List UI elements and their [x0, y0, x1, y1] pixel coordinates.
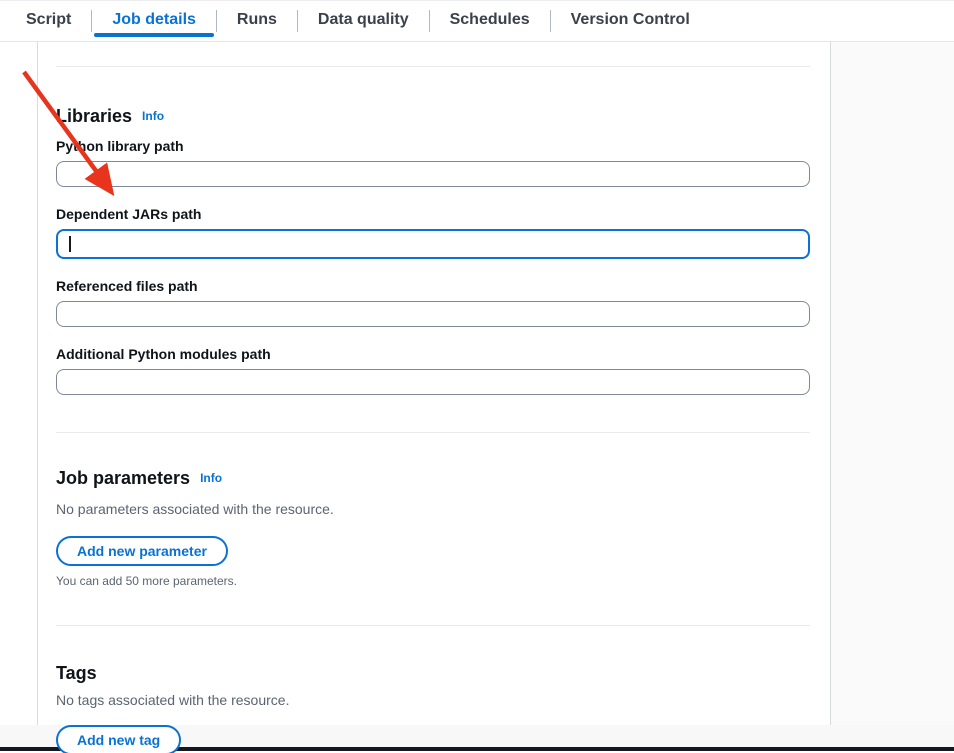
- section-divider: [56, 66, 810, 67]
- referenced-files-path-label: Referenced files path: [56, 277, 810, 295]
- text-cursor: [69, 236, 71, 252]
- dependent-jars-path-input[interactable]: [56, 229, 810, 259]
- content-panel: Libraries Info Python library path Depend…: [37, 42, 831, 725]
- field-additional-python-modules-path: Additional Python modules path: [56, 345, 810, 395]
- libraries-heading-text: Libraries: [56, 106, 132, 126]
- add-new-tag-button[interactable]: Add new tag: [56, 725, 181, 753]
- add-new-parameter-button[interactable]: Add new parameter: [56, 536, 228, 566]
- tab-data-quality[interactable]: Data quality: [298, 1, 429, 41]
- job-parameters-heading-text: Job parameters: [56, 468, 190, 488]
- right-gutter: [831, 42, 954, 725]
- tab-script[interactable]: Script: [6, 1, 91, 41]
- parameters-remaining-hint: You can add 50 more parameters.: [56, 574, 810, 588]
- section-divider: [56, 432, 810, 433]
- tab-bar: Script Job details Runs Data quality Sch…: [0, 1, 954, 42]
- tags-heading: Tags: [56, 662, 810, 684]
- tags-section: Tags No tags associated with the resourc…: [56, 662, 810, 753]
- job-parameters-section: Job parameters Info No parameters associa…: [56, 467, 810, 588]
- tab-runs[interactable]: Runs: [217, 1, 297, 41]
- python-library-path-label: Python library path: [56, 137, 810, 155]
- tab-schedules[interactable]: Schedules: [430, 1, 550, 41]
- job-details-page: Script Job details Runs Data quality Sch…: [0, 0, 954, 753]
- libraries-info-link[interactable]: Info: [142, 109, 164, 123]
- tags-empty-text: No tags associated with the resource.: [56, 691, 810, 709]
- field-referenced-files-path: Referenced files path: [56, 277, 810, 327]
- additional-python-modules-path-input[interactable]: [56, 369, 810, 395]
- libraries-heading: Libraries Info: [56, 105, 810, 129]
- field-dependent-jars-path: Dependent JARs path: [56, 205, 810, 259]
- referenced-files-path-input[interactable]: [56, 301, 810, 327]
- job-parameters-info-link[interactable]: Info: [200, 471, 222, 485]
- tab-job-details[interactable]: Job details: [92, 1, 216, 41]
- additional-python-modules-path-label: Additional Python modules path: [56, 345, 810, 363]
- left-margin: [0, 42, 37, 725]
- main-area: Libraries Info Python library path Depend…: [0, 42, 954, 725]
- job-parameters-empty-text: No parameters associated with the resour…: [56, 500, 810, 518]
- dependent-jars-path-label: Dependent JARs path: [56, 205, 810, 223]
- job-parameters-heading: Job parameters Info: [56, 467, 810, 491]
- libraries-section: Libraries Info Python library path Depend…: [56, 105, 810, 395]
- python-library-path-input[interactable]: [56, 161, 810, 187]
- tab-version-control[interactable]: Version Control: [551, 1, 710, 41]
- field-python-library-path: Python library path: [56, 137, 810, 187]
- section-divider: [56, 625, 810, 626]
